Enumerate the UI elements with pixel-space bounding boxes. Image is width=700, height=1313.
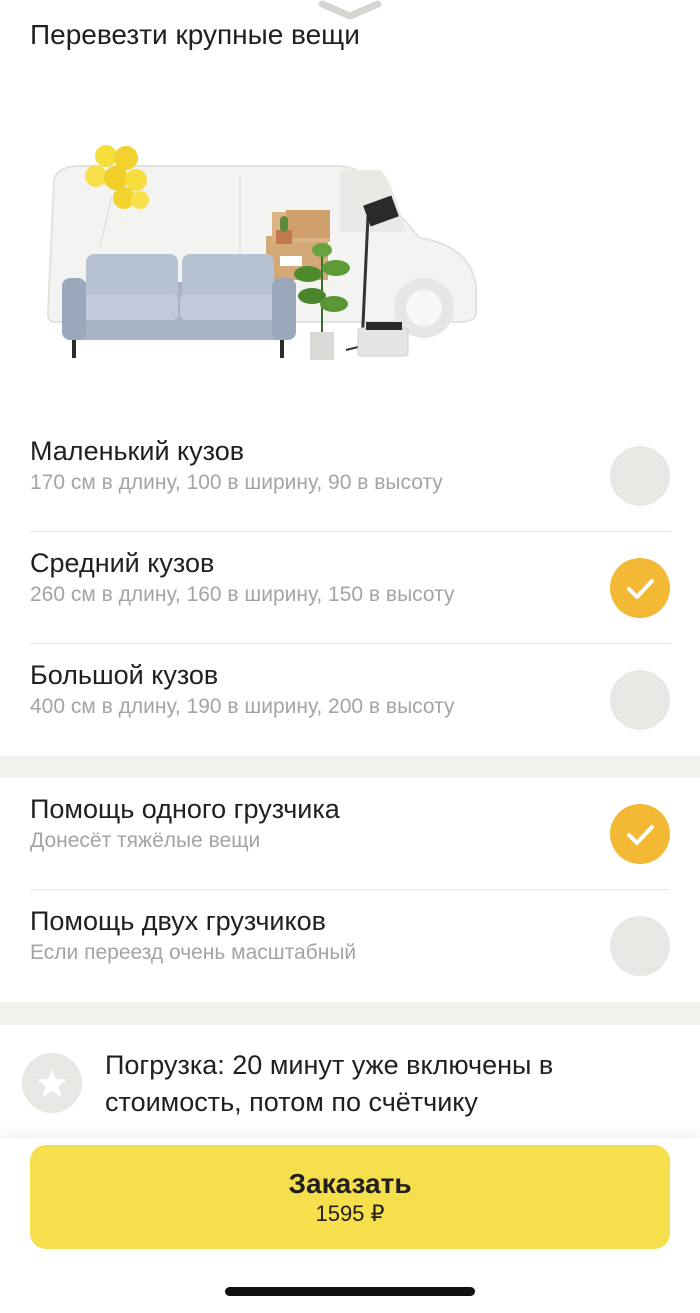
star-icon [22,1053,82,1113]
option-description: 400 см в длину, 190 в ширину, 200 в высо… [30,695,455,718]
order-button-label: Заказать [288,1168,412,1199]
section-gap [0,1002,700,1025]
moving-van-illustration [46,145,477,360]
radio-checked[interactable] [610,558,670,618]
option-title: Средний кузов [30,548,215,578]
radio-checked[interactable] [610,804,670,864]
checkmark-icon [627,825,654,845]
collapse-chevron-icon[interactable] [318,0,382,20]
order-button[interactable]: Заказать 1595 ₽ [30,1145,670,1249]
option-small-body[interactable]: Маленький кузов 170 см в длину, 100 в ши… [0,420,700,532]
loading-info: Погрузка: 20 минут уже включены в стоимо… [0,1025,700,1140]
option-title: Помощь двух грузчиков [30,906,326,936]
body-size-section: Маленький кузов 170 см в длину, 100 в ши… [0,420,700,756]
radio-unchecked[interactable] [610,916,670,976]
checkmark-icon [627,579,654,599]
option-one-mover[interactable]: Помощь одного грузчика Донесёт тяжёлые в… [0,778,700,890]
movers-section: Помощь одного грузчика Донесёт тяжёлые в… [0,778,700,1002]
option-large-body[interactable]: Большой кузов 400 см в длину, 190 в шири… [0,644,700,756]
tariff-options-sheet: Перевезти крупные вещи Маленький кузов 1… [0,0,700,1313]
radio-unchecked[interactable] [610,670,670,730]
home-indicator[interactable] [225,1287,475,1296]
option-title: Маленький кузов [30,436,245,466]
option-title: Большой кузов [30,660,219,690]
option-description: Донесёт тяжёлые вещи [30,829,261,852]
info-text: Погрузка: 20 минут уже включены в стоимо… [105,1050,554,1117]
option-description: 260 см в длину, 160 в ширину, 150 в высо… [30,583,455,606]
option-medium-body[interactable]: Средний кузов 260 см в длину, 160 в шири… [0,532,700,644]
section-gap [0,756,700,778]
order-price: 1595 ₽ [315,1201,385,1226]
option-two-movers[interactable]: Помощь двух грузчиков Если переезд очень… [0,890,700,1002]
option-description: 170 см в длину, 100 в ширину, 90 в высот… [30,471,443,494]
option-title: Помощь одного грузчика [30,794,340,824]
page-title: Перевезти крупные вещи [30,19,360,50]
option-description: Если переезд очень масштабный [30,941,357,964]
radio-unchecked[interactable] [610,446,670,506]
